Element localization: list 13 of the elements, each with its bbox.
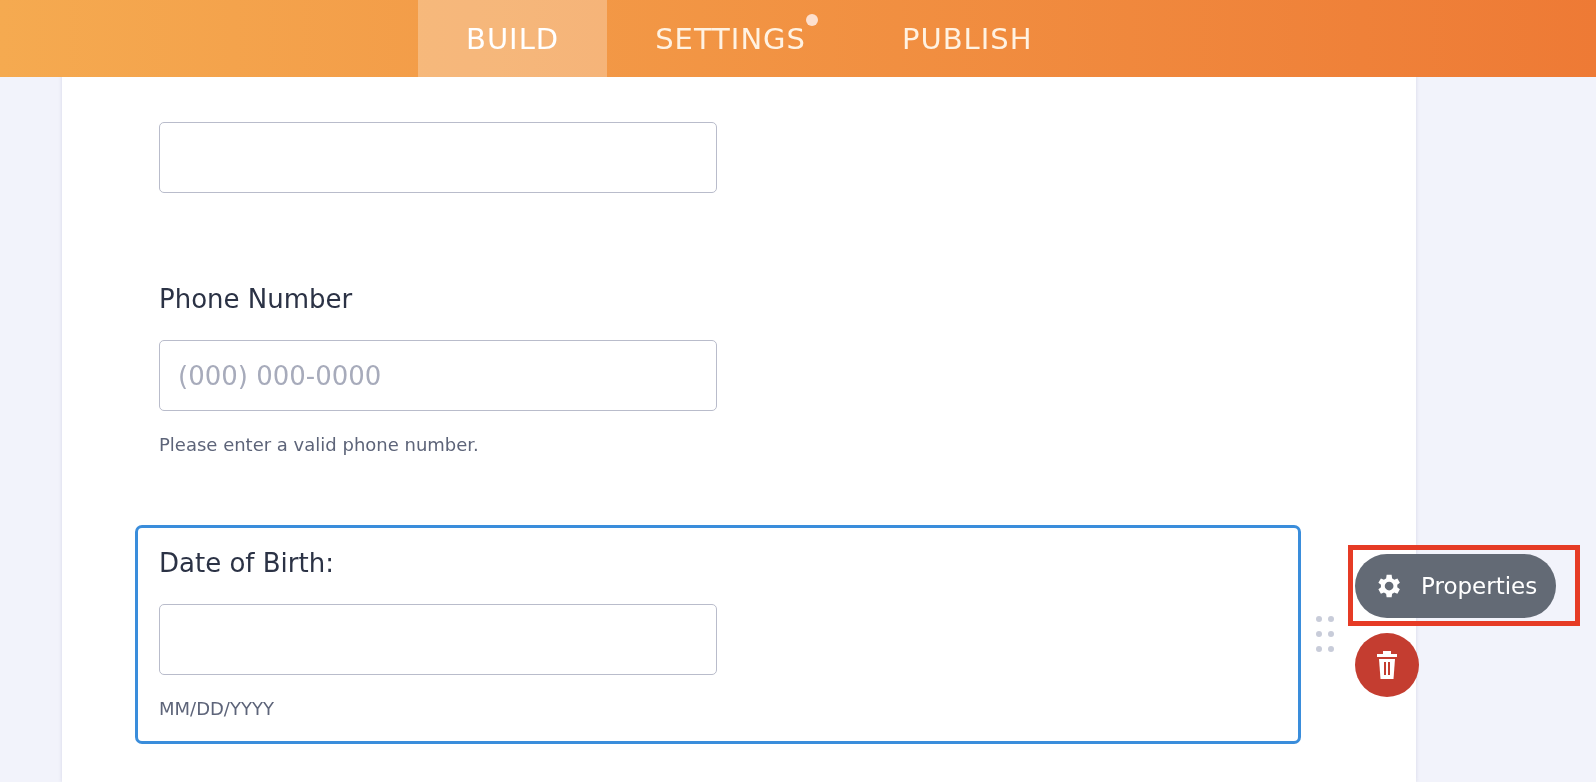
input-field[interactable] (159, 122, 717, 193)
helper-text: MM/DD/YYYY (159, 697, 274, 721)
input-field[interactable]: (000) 000-0000 (159, 340, 717, 411)
trash-icon (1376, 651, 1398, 679)
tab[interactable]: BUILD (418, 0, 608, 77)
properties-button[interactable]: Properties (1355, 554, 1556, 618)
helper-text: Please enter a valid phone number. (159, 433, 479, 457)
tab[interactable]: SETTINGS (607, 0, 854, 77)
drag-handle-icon[interactable] (1316, 616, 1334, 652)
input-field[interactable] (159, 604, 717, 675)
tab[interactable]: PUBLISH (853, 0, 1081, 77)
field-label: Phone Number (159, 284, 353, 314)
field-label: Date of Birth: (159, 548, 334, 578)
